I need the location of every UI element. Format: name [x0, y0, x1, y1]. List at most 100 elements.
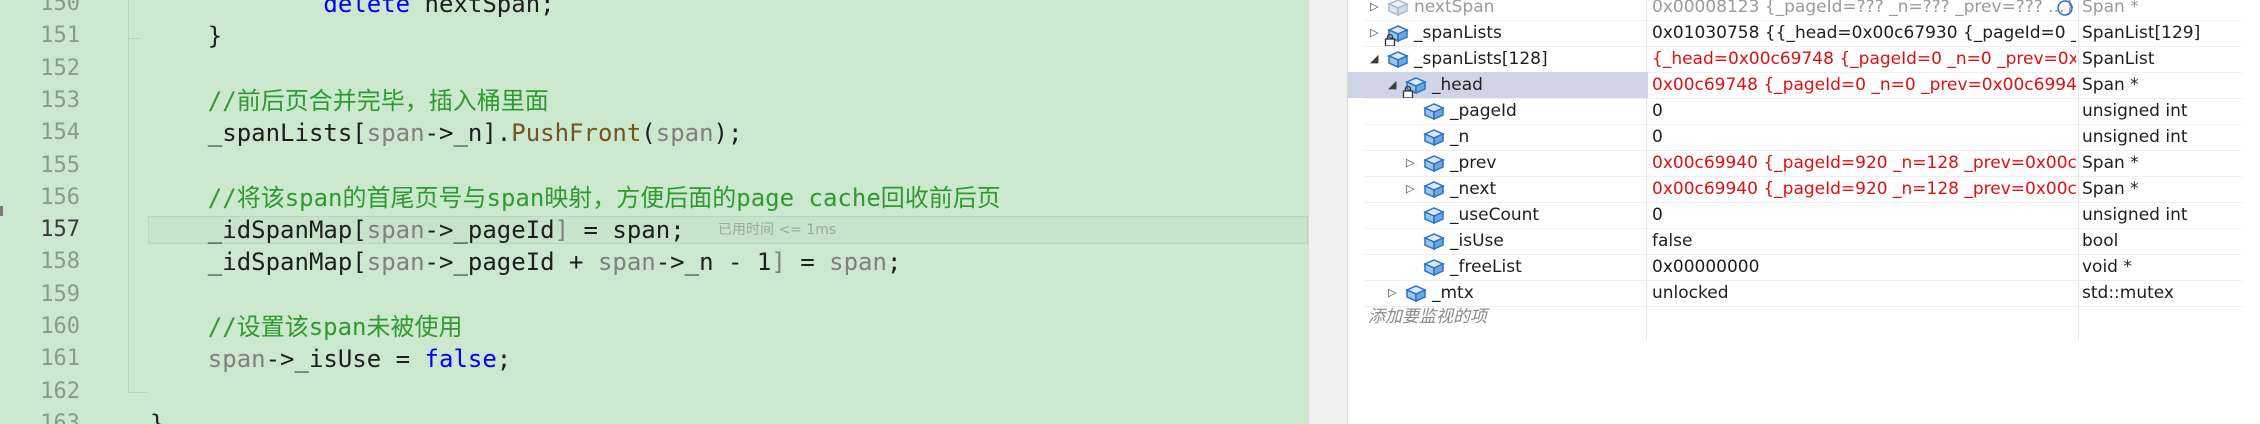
watch-name[interactable]: _head [1432, 72, 1483, 98]
code-text[interactable]: //前后页合并完毕，插入桶里面 [150, 88, 549, 114]
code-line[interactable]: 151 } [0, 23, 1308, 49]
watch-row[interactable]: ▷ _prev 0x00c69940 {_pageId=920 _n=128 _pr… [1348, 150, 2260, 176]
code-line[interactable]: 157 _idSpanMap[span->_pageId] = span; 已用时… [0, 216, 1308, 245]
expand-arrow-icon[interactable]: ▷ [1370, 20, 1378, 46]
code-line[interactable]: 161 span->_isUse = false; [0, 346, 1308, 372]
watch-row[interactable]: ◢ _head 0x00c69748 {_pageId=0 _n=0 _prev=0… [1348, 72, 2260, 99]
code-line[interactable]: 154 _spanLists[span->_n].PushFront(span)… [0, 120, 1308, 146]
watch-value[interactable]: 0x00c69940 {_pageId=920 _n=128 _prev=0x0… [1652, 150, 2076, 176]
watch-value[interactable]: 0x00c69940 {_pageId=920 _n=128 _prev=0x0… [1652, 176, 2076, 202]
code-line[interactable]: 153 //前后页合并完毕，插入桶里面 [0, 88, 1308, 114]
expand-arrow-icon[interactable]: ▷ [1406, 176, 1414, 202]
watch-row[interactable]: _isUse false bool [1348, 228, 2260, 254]
code-text[interactable]: delete nextSpan; [150, 0, 554, 18]
code-token: } [150, 409, 165, 424]
line-number: 153 [40, 87, 80, 113]
code-text[interactable]: //设置该span未被使用 [150, 314, 463, 340]
code-text[interactable]: _idSpanMap[span->_pageId + span->_n - 1]… [150, 248, 902, 277]
expand-arrow-icon[interactable]: ▷ [1370, 0, 1378, 20]
watch-value[interactable]: 0 [1652, 124, 2076, 150]
code-text[interactable]: } [150, 23, 222, 49]
watch-name[interactable]: _freeList [1450, 254, 1522, 280]
watch-name[interactable]: _mtx [1432, 280, 1474, 306]
watch-type: unsigned int [2082, 101, 2188, 121]
watch-value[interactable]: 0x00000000 [1652, 254, 2076, 280]
watch-row[interactable]: ◢ _spanLists[128] {_head=0x00c69748 {_page… [1348, 46, 2260, 72]
watch-name[interactable]: _useCount [1450, 202, 1539, 228]
code-line[interactable]: 156 //将该span的首尾页号与span映射，方便后面的page cache… [0, 185, 1308, 211]
watch-value[interactable]: unlocked [1652, 280, 2076, 306]
watch-value[interactable]: {_head=0x00c69748 {_pageId=0 _n=0 _prev=… [1652, 46, 2076, 72]
code-token: delete [323, 0, 411, 18]
watch-name[interactable]: _next [1450, 176, 1496, 202]
watch-row[interactable]: _useCount 0 unsigned int [1348, 202, 2260, 228]
watch-name[interactable]: _spanLists [1414, 20, 1502, 46]
watch-row[interactable]: ▷ nextSpan 0x00008123 {_pageId=??? _n=??? … [1348, 0, 2260, 20]
watch-row[interactable]: _pageId 0 unsigned int [1348, 98, 2260, 124]
add-watch-item-placeholder[interactable]: 添加要监视的项 [1368, 306, 1487, 328]
watch-value[interactable]: 0x00008123 {_pageId=??? _n=??? _prev=???… [1652, 0, 2076, 20]
code-line[interactable]: 150 delete nextSpan; [0, 0, 1308, 17]
code-line[interactable]: 162 [0, 379, 1308, 405]
object-icon [1386, 49, 1410, 69]
code-token: ); [713, 119, 743, 148]
watch-row[interactable]: ▷ _mtx unlocked std::mutex [1348, 280, 2260, 306]
field-icon [1422, 205, 1446, 225]
code-text[interactable]: _spanLists[span->_n].PushFront(span); [150, 119, 743, 148]
watch-name[interactable]: _n [1450, 124, 1469, 150]
code-token: ] [554, 216, 570, 245]
object-icon [1386, 0, 1410, 17]
watch-value[interactable]: 0 [1652, 98, 2076, 124]
watch-name-cell [1348, 124, 1648, 150]
field-icon [1422, 257, 1446, 277]
line-number: 151 [40, 23, 80, 49]
code-line[interactable]: 163} [0, 411, 1308, 424]
watch-value[interactable]: 0x00c69748 {_pageId=0 _n=0 _prev=0x00c69… [1652, 72, 2076, 98]
watch-row[interactable]: _freeList 0x00000000 void * [1348, 254, 2260, 280]
code-editor[interactable]: 150 delete nextSpan; 151 } 152 153 //前后页合并完… [0, 0, 1308, 424]
watch-value[interactable]: 0 [1652, 202, 2076, 228]
field-icon [1422, 127, 1446, 147]
field-icon [1422, 153, 1446, 173]
code-token: = span; [569, 216, 685, 245]
code-text[interactable]: span->_isUse = false; [150, 346, 511, 372]
watch-name-cell [1348, 176, 1648, 202]
code-text[interactable]: //将该span的首尾页号与span映射，方便后面的page cache回收前后… [150, 185, 1001, 211]
watch-type: Span * [2082, 179, 2139, 199]
code-line[interactable]: 159 [0, 282, 1308, 308]
code-line[interactable]: 155 [0, 153, 1308, 179]
watch-scroll-edge [2242, 0, 2260, 424]
watch-name[interactable]: _prev [1450, 150, 1496, 176]
code-line[interactable]: 160 //设置该span未被使用 [0, 314, 1308, 340]
line-number: 159 [40, 281, 80, 307]
collapse-arrow-icon[interactable]: ◢ [1388, 72, 1396, 98]
code-token: ( [641, 119, 656, 148]
watch-row[interactable]: _n 0 unsigned int [1348, 124, 2260, 150]
watch-name[interactable]: _spanLists[128] [1414, 46, 1548, 72]
pane-splitter[interactable] [1308, 0, 1348, 424]
watch-name[interactable]: _pageId [1450, 98, 1517, 124]
expand-arrow-icon[interactable]: ▷ [1388, 280, 1396, 306]
code-token: //前后页合并完毕，插入桶里面 [150, 86, 549, 115]
code-token: ; [496, 345, 512, 374]
code-text[interactable]: _idSpanMap[span->_pageId] = span; [150, 217, 685, 243]
code-line[interactable]: 152 [0, 56, 1308, 82]
code-line[interactable]: 158 _idSpanMap[span->_pageId + span->_n … [0, 249, 1308, 275]
code-token: ; [886, 248, 902, 277]
expand-arrow-icon[interactable]: ▷ [1406, 150, 1414, 176]
code-text[interactable]: } [150, 411, 164, 424]
watch-type: unsigned int [2082, 127, 2188, 147]
watch-row[interactable]: ▷ _spanLists 0x01030758 {{_head=0x00c67930… [1348, 20, 2260, 47]
watch-value[interactable]: 0x01030758 {{_head=0x00c67930 {_pageId=0… [1652, 20, 2076, 46]
watch-name[interactable]: nextSpan [1414, 0, 1494, 20]
code-token: = [785, 248, 830, 277]
row-separator [1364, 306, 2244, 307]
watch-name[interactable]: _isUse [1450, 228, 1504, 254]
code-token: //将该span的首尾页号与span映射，方便后面的page cache回收前后… [150, 183, 1001, 212]
watch-value[interactable]: false [1652, 228, 2076, 254]
code-token: _spanLists[ [150, 119, 367, 148]
code-token: span [366, 216, 425, 245]
watch-row[interactable]: ▷ _next 0x00c69940 {_pageId=920 _n=128 _pr… [1348, 176, 2260, 202]
collapse-arrow-icon[interactable]: ◢ [1370, 46, 1378, 72]
watch-type: Span * [2082, 153, 2139, 173]
